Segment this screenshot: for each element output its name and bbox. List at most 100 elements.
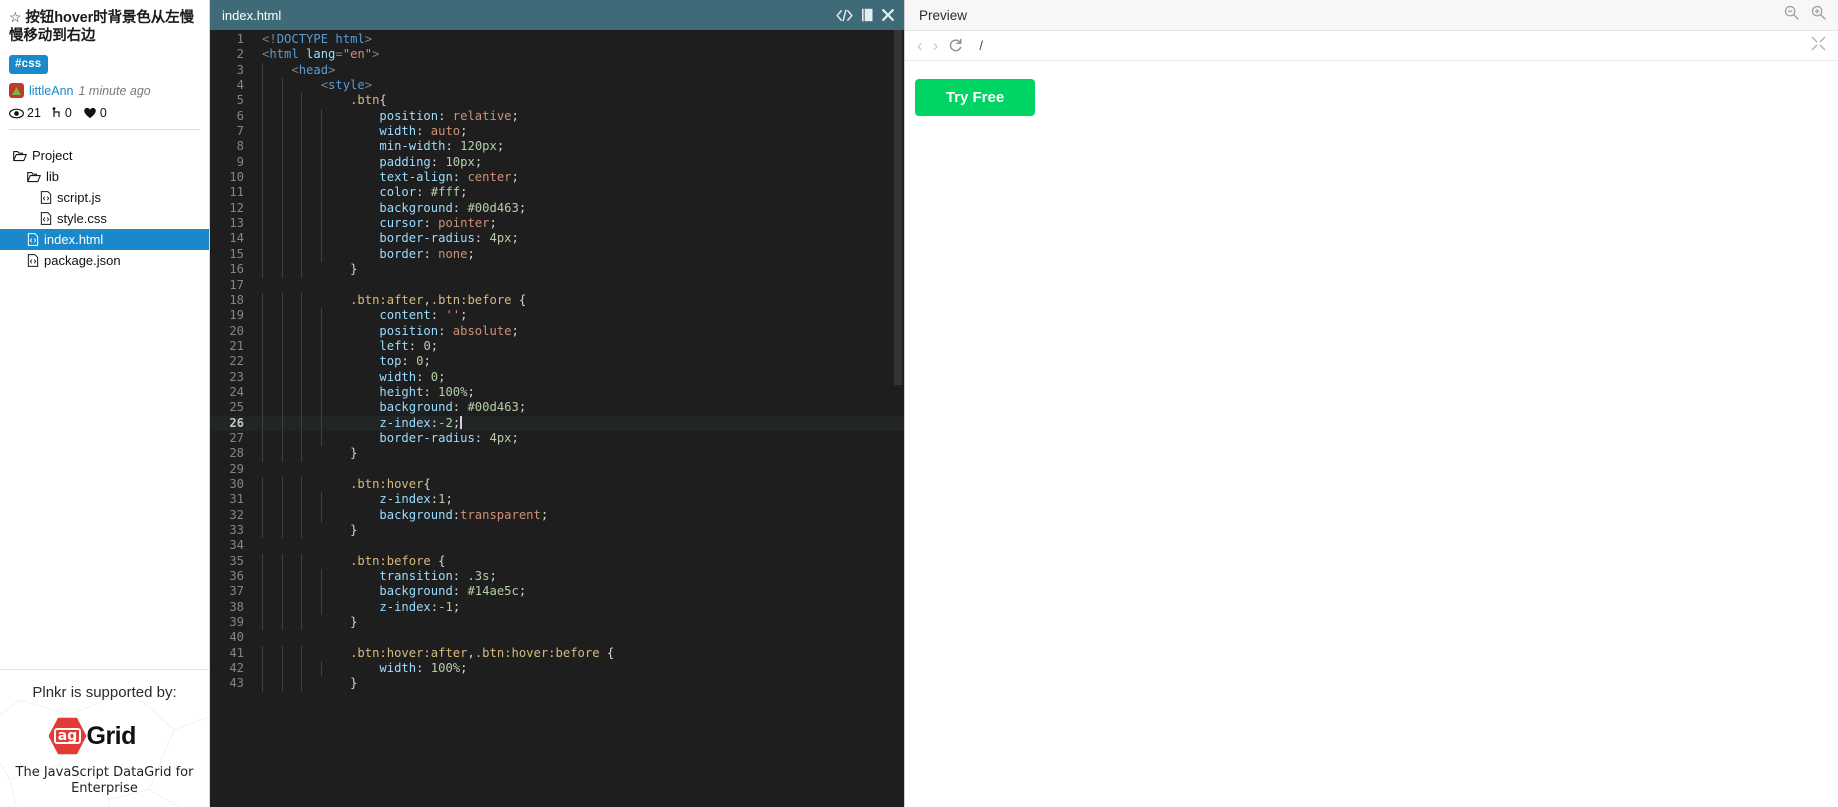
indent-guide — [320, 108, 322, 125]
indent-guide — [301, 569, 302, 585]
indent-guide — [262, 599, 263, 616]
tree-item-label: index.html — [44, 232, 104, 247]
indent-guide — [262, 676, 263, 692]
tree-item-index-html[interactable]: index.html — [0, 229, 209, 250]
indent-guide — [301, 200, 302, 217]
indent-guide — [281, 231, 283, 247]
indent-guide — [320, 569, 322, 585]
author-name[interactable]: littleAnn — [29, 84, 73, 98]
line-number: 6 — [236, 108, 244, 123]
code-line: 5 .btn{ — [210, 93, 904, 109]
timestamp: 1 minute ago — [78, 83, 151, 98]
code-line: 39 } — [210, 615, 904, 631]
line-number: 17 — [229, 277, 244, 292]
code-lines: 1 <!DOCTYPE html> 2 <html lang="en"> 3 <head… — [210, 30, 904, 692]
code-text: content: ''; — [379, 308, 468, 323]
code-area[interactable]: 1 <!DOCTYPE html> 2 <html lang="en"> 3 <head… — [210, 30, 904, 807]
line-number: 41 — [229, 645, 244, 660]
code-line: 10 text-align: center; — [210, 170, 904, 186]
aggrid-mark-text: ag — [53, 728, 82, 744]
tab-index-html[interactable]: index.html — [222, 8, 281, 23]
code-text: <style> — [320, 78, 373, 93]
indent-guide — [301, 154, 302, 171]
indent-guide — [262, 384, 263, 401]
indent-guide — [281, 108, 283, 125]
tree-item-script-js[interactable]: script.js — [0, 187, 209, 208]
code-line: 30 .btn:hover{ — [210, 476, 904, 493]
tree-item-style-css[interactable]: style.css — [0, 208, 209, 229]
line-number: 25 — [229, 400, 244, 415]
indent-guide — [320, 154, 322, 171]
indent-guide — [301, 139, 302, 155]
code-line: 6 position: relative; — [210, 108, 904, 125]
expand-icon[interactable] — [1811, 36, 1826, 56]
file-code-icon — [27, 233, 39, 246]
indent-guide — [281, 124, 283, 140]
preview-body: Try Free — [905, 61, 1838, 807]
reload-icon[interactable] — [948, 38, 963, 53]
line-number: 13 — [229, 216, 244, 231]
indent-guide — [281, 523, 283, 539]
indent-guide — [301, 492, 302, 508]
tag-css[interactable]: #css — [9, 55, 49, 74]
tree-item-Project[interactable]: Project — [0, 145, 209, 166]
close-icon[interactable] — [882, 9, 894, 21]
indent-guide — [281, 446, 283, 462]
indent-guide — [301, 384, 302, 401]
heart-icon — [84, 107, 96, 119]
code-line: 28 } — [210, 446, 904, 462]
indent-guide — [320, 400, 322, 416]
line-number: 9 — [236, 154, 244, 169]
tree-item-package-json[interactable]: package.json — [0, 250, 209, 271]
code-text: <!DOCTYPE html> — [262, 32, 373, 46]
indent-guide — [281, 676, 283, 692]
indent-guide — [262, 216, 263, 232]
forward-button[interactable]: › — [933, 36, 939, 56]
line-number: 21 — [229, 338, 244, 353]
preview-addressbar: ‹ › — [905, 31, 1838, 61]
indent-guide — [262, 292, 263, 309]
aggrid-word: Grid — [86, 722, 137, 750]
line-number: 35 — [229, 553, 244, 568]
scrollbar-thumb[interactable] — [894, 30, 902, 385]
indent-guide — [281, 139, 283, 155]
editor-scrollbar[interactable] — [892, 30, 904, 807]
indent-guide — [301, 553, 302, 570]
sponsor-panel: Plnkr is supported by: ag Grid The JavaS… — [0, 670, 209, 807]
eye-icon — [9, 108, 24, 118]
code-text: <html lang="en"> — [262, 47, 380, 62]
file-code-icon — [40, 191, 52, 204]
code-text: border: none; — [379, 246, 475, 261]
try-free-button[interactable]: Try Free — [915, 79, 1035, 116]
line-number: 31 — [229, 492, 244, 507]
zoom-out-icon[interactable] — [1784, 5, 1799, 25]
views-count: 21 — [27, 106, 41, 120]
line-number: 12 — [229, 200, 244, 215]
code-line: 32 background:transparent; — [210, 507, 904, 523]
indent-guide — [320, 661, 322, 677]
line-number: 20 — [229, 323, 244, 338]
docs-book-icon[interactable] — [861, 8, 874, 22]
code-line: 14 border-radius: 4px; — [210, 231, 904, 247]
code-text: .btn:after,.btn:before { — [350, 292, 527, 307]
code-line: 43 } — [210, 676, 904, 692]
indent-guide — [301, 369, 302, 385]
fork-icon — [52, 107, 60, 117]
zoom-in-icon[interactable] — [1811, 5, 1826, 25]
aggrid-logo[interactable]: ag Grid — [48, 717, 161, 755]
indent-guide — [301, 446, 302, 462]
indent-guide — [320, 216, 322, 232]
code-brackets-icon[interactable] — [836, 9, 853, 22]
indent-guide — [281, 262, 283, 278]
tree-item-lib[interactable]: lib — [0, 166, 209, 187]
code-text: } — [350, 446, 358, 461]
code-line: 36 transition: .3s; — [210, 569, 904, 585]
code-line: 40 — [210, 630, 904, 645]
avatar — [9, 83, 24, 98]
code-line: 15 border: none; — [210, 246, 904, 263]
back-button[interactable]: ‹ — [917, 36, 923, 56]
indent-guide — [320, 308, 322, 324]
indent-guide — [262, 400, 263, 416]
url-input[interactable] — [973, 38, 1801, 53]
star-outline-icon[interactable]: ☆ — [9, 9, 22, 25]
